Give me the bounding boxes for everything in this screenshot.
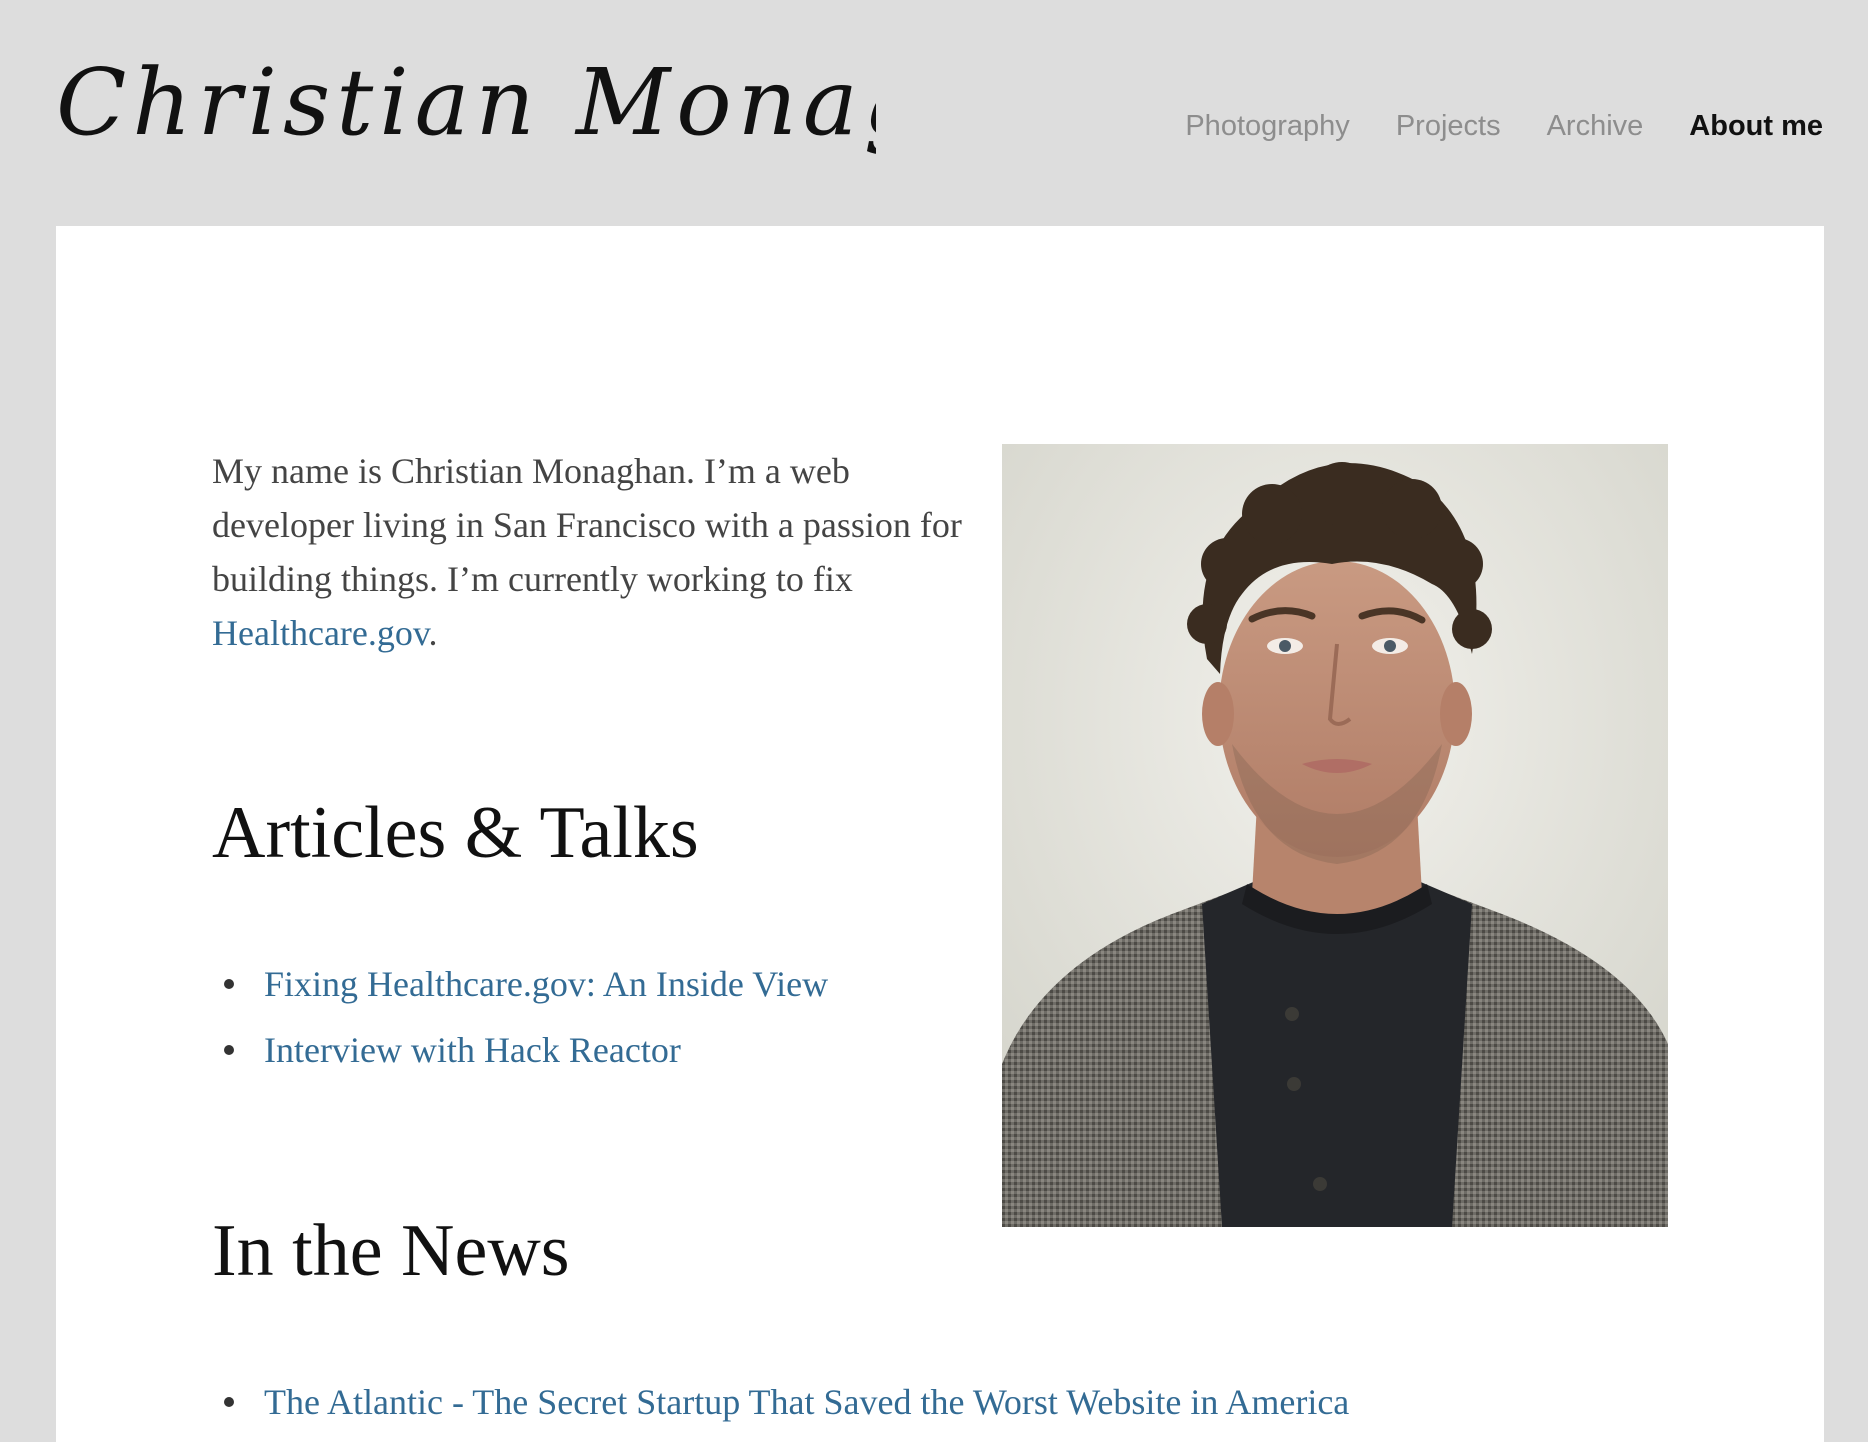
list-item: The Atlantic - The Secret Startup That S…: [212, 1369, 1349, 1435]
bullet-icon: [224, 979, 234, 989]
intro-text: My name is Christian Monaghan. I’m a web…: [212, 451, 962, 599]
main-nav: Photography Projects Archive About me: [1185, 105, 1823, 147]
in-the-news-heading: In the News: [212, 1210, 570, 1292]
articles-list: Fixing Healthcare.gov: An Inside View In…: [212, 951, 828, 1083]
site-header: Christian Monaghan Photography Projects …: [0, 0, 1868, 226]
article-link-hack-reactor[interactable]: Interview with Hack Reactor: [264, 1030, 681, 1070]
articles-talks-heading: Articles & Talks: [212, 792, 699, 874]
bullet-icon: [224, 1397, 234, 1407]
intro-period: .: [428, 613, 438, 653]
news-list: The Atlantic - The Secret Startup That S…: [212, 1369, 1349, 1435]
logo-signature: Christian Monaghan: [56, 49, 876, 156]
nav-photography[interactable]: Photography: [1185, 105, 1349, 147]
bullet-icon: [224, 1045, 234, 1055]
site-logo[interactable]: Christian Monaghan: [56, 40, 876, 170]
news-link-the-atlantic[interactable]: The Atlantic - The Secret Startup That S…: [264, 1382, 1349, 1422]
nav-projects[interactable]: Projects: [1396, 105, 1501, 147]
logo-text: Christian Monaghan: [56, 49, 876, 156]
list-item: Fixing Healthcare.gov: An Inside View: [212, 951, 828, 1017]
list-item: Interview with Hack Reactor: [212, 1017, 828, 1083]
nav-archive[interactable]: Archive: [1547, 105, 1644, 147]
healthcare-gov-link[interactable]: Healthcare.gov: [212, 613, 429, 653]
intro-paragraph: My name is Christian Monaghan. I’m a web…: [212, 444, 972, 660]
nav-about-me[interactable]: About me: [1689, 105, 1823, 147]
portrait-photo: [1002, 444, 1668, 1227]
article-link-fixing-healthcare[interactable]: Fixing Healthcare.gov: An Inside View: [264, 964, 828, 1004]
content-card: My name is Christian Monaghan. I’m a web…: [56, 226, 1824, 1442]
